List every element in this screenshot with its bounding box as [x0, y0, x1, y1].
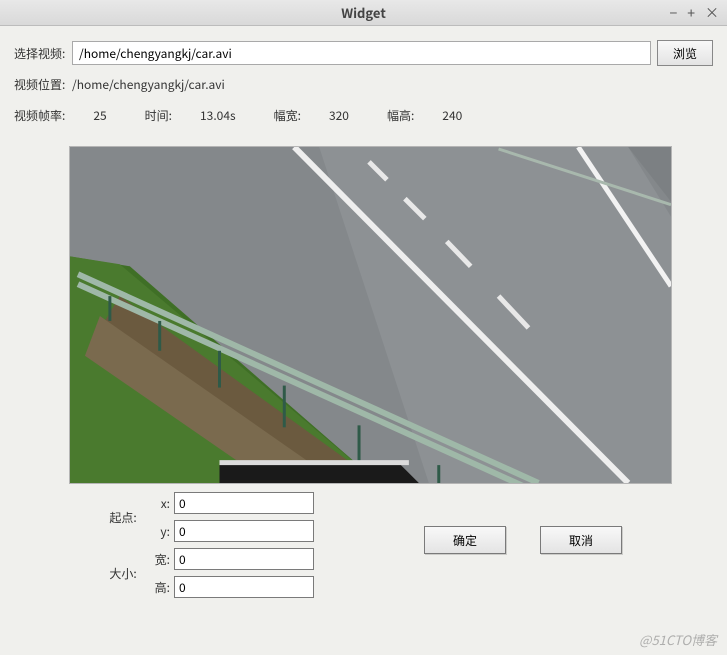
width-value: 320 — [329, 107, 349, 124]
roi-x-label: x: — [152, 495, 174, 512]
video-location-label: 视频位置: — [14, 76, 72, 93]
browse-button[interactable]: 浏览 — [657, 40, 713, 66]
select-video-row: 选择视频: 浏览 — [14, 40, 713, 66]
close-icon[interactable]: × — [705, 6, 719, 20]
roi-y-label: y: — [152, 523, 174, 540]
content-area: 选择视频: 浏览 视频位置: /home/chengyangkj/car.avi… — [0, 26, 727, 655]
video-path-input[interactable] — [72, 41, 651, 65]
fps-value: 25 — [93, 107, 106, 124]
cancel-button[interactable]: 取消 — [540, 526, 622, 554]
roi-h-input[interactable] — [174, 576, 314, 598]
window-titlebar: Widget − + × — [0, 0, 727, 26]
height-value: 240 — [442, 107, 462, 124]
window-title: Widget — [341, 3, 386, 22]
fps-label: 视频帧率: — [14, 107, 65, 124]
watermark-text: @51CTO博客 — [639, 630, 717, 649]
roi-origin-label: 起点: — [94, 509, 152, 526]
roi-w-input[interactable] — [174, 548, 314, 570]
select-video-label: 选择视频: — [14, 45, 72, 62]
window-controls: − + × — [669, 0, 719, 26]
roi-section: 起点: x: y: 大小: 宽: 高: 确定 取消 — [14, 492, 713, 598]
roi-size-label: 大小: — [94, 565, 152, 582]
minimize-icon[interactable]: − — [669, 6, 677, 20]
video-location-value: /home/chengyangkj/car.avi — [72, 76, 225, 93]
roi-w-label: 宽: — [152, 551, 174, 568]
roi-h-label: 高: — [152, 579, 174, 596]
video-preview — [69, 146, 672, 484]
video-info-row: 视频帧率: 25 时间: 13.04s 幅宽: 320 幅高: 240 — [14, 107, 713, 124]
ok-button[interactable]: 确定 — [424, 526, 506, 554]
width-label: 幅宽: — [274, 107, 301, 124]
video-preview-image — [70, 147, 671, 483]
roi-x-input[interactable] — [174, 492, 314, 514]
maximize-icon[interactable]: + — [687, 6, 695, 20]
roi-y-input[interactable] — [174, 520, 314, 542]
video-location-row: 视频位置: /home/chengyangkj/car.avi — [14, 76, 713, 93]
time-label: 时间: — [145, 107, 172, 124]
height-label: 幅高: — [387, 107, 414, 124]
time-value: 13.04s — [200, 107, 236, 124]
